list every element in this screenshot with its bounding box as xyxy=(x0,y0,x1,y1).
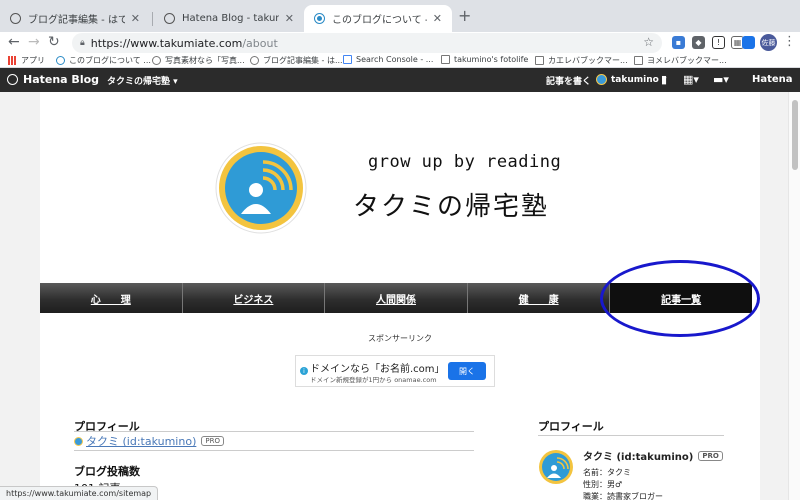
hatena-navbar: Hatena Blog タクミの帰宅塾 ▾ 記事を書く takumino ▾ ▮… xyxy=(0,68,800,92)
divider xyxy=(74,431,474,432)
bookmark-icon[interactable]: ▮ xyxy=(661,73,667,86)
profile-name: タクミ (id:takumino) PRO xyxy=(74,433,224,449)
bookmarks-bar: アプリ このブログについて ... 写真素材なら「写真... ブログ記事編集 -… xyxy=(0,54,800,68)
ad-headline: ドメインなら「お名前.com」 xyxy=(310,364,445,375)
nav-psychology[interactable]: 心 理 xyxy=(40,283,183,313)
translate-extension-icon[interactable] xyxy=(742,36,755,49)
bookmark-fotolife[interactable]: takumino's fotolife xyxy=(441,55,528,64)
bookmark-blog-edit[interactable]: ブログ記事編集 - は... xyxy=(250,55,343,66)
grid-menu-icon[interactable]: ▦▾ xyxy=(683,73,699,86)
pocket-extension-icon[interactable]: ◆ xyxy=(692,36,705,49)
user-menu[interactable]: takumino ▾ xyxy=(596,74,666,85)
hatena-favicon-icon xyxy=(164,13,175,24)
hatena-favicon-icon xyxy=(10,13,21,24)
user-avatar xyxy=(596,74,607,85)
profile-gender-line: 性別：男♂ xyxy=(583,480,623,489)
sidebar-profile-name[interactable]: タクミ (id:takumino) PRO xyxy=(583,448,723,463)
global-navigation: 心 理 ビジネス 人間関係 健 康 記事一覧 xyxy=(40,283,752,313)
photo-site-icon xyxy=(152,56,161,65)
browser-menu-icon[interactable]: ⋮ xyxy=(783,34,796,49)
blog-favicon-icon xyxy=(314,13,325,24)
pro-badge: PRO xyxy=(201,436,224,446)
browser-tab-strip: ブログ記事編集 - はてなブログ ✕ Hatena Blog - takumin… xyxy=(0,0,800,32)
lock-icon: 🔒︎ xyxy=(80,38,85,48)
profile-avatar[interactable]: 佐藤 xyxy=(760,34,777,51)
ad-open-button[interactable]: 開く xyxy=(448,362,486,380)
sidebar-profile-heading: プロフィール xyxy=(538,420,604,433)
blog-menu[interactable]: タクミの帰宅塾 ▾ xyxy=(107,74,178,87)
hatena-favicon-icon xyxy=(250,56,259,65)
profile-link[interactable]: タクミ (id:takumino) xyxy=(86,433,196,449)
divider xyxy=(74,450,474,451)
bookmark-about[interactable]: このブログについて ... xyxy=(56,55,151,66)
sponsor-label: スポンサーリンク xyxy=(368,334,432,343)
fotolife-icon xyxy=(441,55,450,64)
hatena-logo-icon xyxy=(7,74,18,85)
tab-fotolife[interactable]: Hatena Blog - takumino's fotolife ✕ xyxy=(154,5,304,32)
close-icon[interactable]: ✕ xyxy=(285,12,294,25)
write-article-button[interactable]: 記事を書く xyxy=(546,74,591,87)
hatena-blog-logo[interactable]: Hatena Blog xyxy=(7,73,99,86)
divider xyxy=(538,435,724,436)
bookmark-photo-material[interactable]: 写真素材なら「写真... xyxy=(152,55,245,66)
hatena-brand-link[interactable]: Hatena xyxy=(752,74,793,85)
tab-about[interactable]: このブログについて - タクミの帰宅塾 ✕ xyxy=(304,5,452,32)
user-avatar-icon xyxy=(74,436,83,446)
search-console-icon xyxy=(343,55,352,64)
blog-logo-icon[interactable] xyxy=(215,142,307,234)
status-bar-url: https://www.takumiate.com/sitemap xyxy=(0,486,159,500)
save-extension-icon[interactable]: ▪ xyxy=(672,36,685,49)
info-extension-icon[interactable]: ! xyxy=(712,36,725,49)
blog-favicon-icon xyxy=(56,56,65,65)
close-icon[interactable]: ✕ xyxy=(433,12,442,25)
address-bar[interactable]: 🔒︎ https://www.takumiate.com /about ☆ xyxy=(72,33,662,53)
nav-relationships[interactable]: 人間関係 xyxy=(325,283,468,313)
bookmark-star-icon[interactable]: ☆ xyxy=(643,35,654,49)
profile-job-line: 職業：読書家ブロガー xyxy=(583,492,663,500)
page-icon xyxy=(634,56,643,65)
sidebar-avatar[interactable] xyxy=(538,449,574,485)
pro-badge: PRO xyxy=(698,450,723,461)
apps-grid-icon xyxy=(8,56,17,65)
ad-banner[interactable]: i ドメインなら「お名前.com」 ドメイン新規登録が1円から onamae.c… xyxy=(295,355,495,387)
post-count-heading: ブログ投稿数 xyxy=(74,465,140,478)
reload-icon[interactable]: ↻ xyxy=(48,34,60,50)
profile-name-line: 名前：タクミ xyxy=(583,468,631,477)
page-icon xyxy=(535,56,544,65)
bookmark-apps[interactable]: アプリ xyxy=(8,55,45,66)
notification-icon[interactable]: ▬▾ xyxy=(713,73,729,86)
back-arrow-icon[interactable]: ← xyxy=(8,34,20,50)
page-scrollbar[interactable] xyxy=(788,92,800,500)
browser-toolbar: ← → ↻ 🔒︎ https://www.takumiate.com /abou… xyxy=(0,32,800,54)
nav-article-list[interactable]: 記事一覧 xyxy=(610,283,752,313)
tab-blog-edit[interactable]: ブログ記事編集 - はてなブログ ✕ xyxy=(0,5,150,32)
bookmark-search-console[interactable]: Search Console - ... xyxy=(343,55,433,64)
forward-arrow-icon[interactable]: → xyxy=(28,34,40,50)
ad-subtext: ドメイン新規登録が1円から onamae.com xyxy=(310,376,437,384)
nav-business[interactable]: ビジネス xyxy=(182,283,326,313)
url-path: /about xyxy=(242,36,278,50)
scrollbar-thumb[interactable] xyxy=(792,100,798,170)
ad-info-icon[interactable]: i xyxy=(300,367,308,375)
nav-health[interactable]: 健 康 xyxy=(467,283,611,313)
bookmark-kaereba[interactable]: カエレバブックマー... xyxy=(535,55,628,66)
blog-title[interactable]: タクミの帰宅塾 xyxy=(353,186,549,223)
blog-tagline: grow up by reading xyxy=(368,152,562,172)
close-icon[interactable]: ✕ xyxy=(131,12,140,25)
url-host: https://www.takumiate.com xyxy=(90,36,243,50)
tab-divider xyxy=(152,12,153,26)
new-tab-button[interactable]: + xyxy=(458,6,471,25)
bookmark-yomereba[interactable]: ヨメレバブックマー... xyxy=(634,55,727,66)
